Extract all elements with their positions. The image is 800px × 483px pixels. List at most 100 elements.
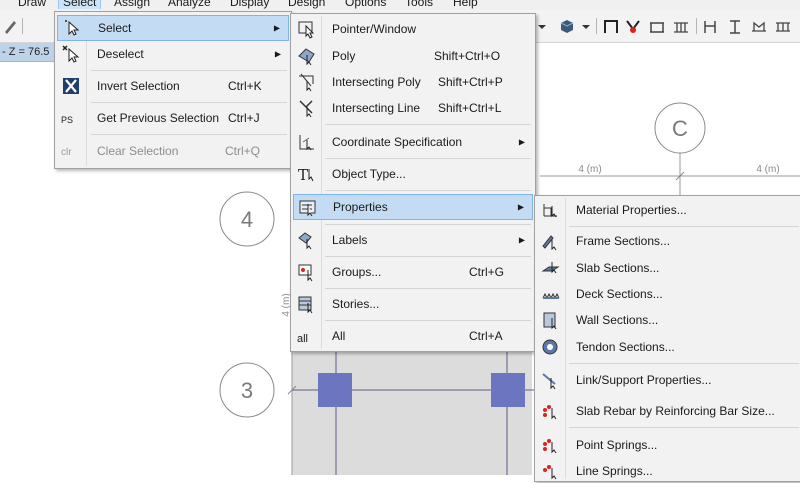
wall-sections-icon — [543, 312, 557, 330]
menu-item-coordinate-specification[interactable]: Coordinate Specification ▶ — [293, 130, 533, 154]
menu-item-label: All — [332, 329, 346, 343]
material-properties-icon — [543, 204, 557, 218]
menu-separator — [91, 70, 287, 71]
menu-item-stories[interactable]: Stories... — [293, 292, 533, 316]
menu-display[interactable]: Display — [230, 0, 269, 9]
column[interactable] — [491, 373, 525, 407]
menu-analyze[interactable]: Analyze — [168, 0, 211, 9]
menu-item-label: Get Previous Selection — [97, 111, 220, 125]
menu-item-label: Properties — [333, 200, 388, 214]
menu-item-label: Groups... — [332, 265, 382, 279]
menu-item-deck-sections[interactable]: Deck Sections... — [537, 282, 800, 306]
properties-submenu: Material Properties... Frame Sections...… — [534, 195, 800, 482]
menu-item-slab-rebar[interactable]: Slab Rebar by Reinforcing Bar Size... — [537, 399, 800, 423]
menu-item-slab-sections[interactable]: Slab Sections... — [537, 256, 800, 280]
menu-item-intersecting-poly[interactable]: Intersecting Poly Shift+Ctrl+P — [293, 70, 533, 94]
menu-separator — [325, 190, 531, 191]
coordinate-specification-icon — [299, 135, 314, 151]
previous-selection-icon: PS — [61, 115, 74, 126]
menu-item-get-previous-selection[interactable]: PS Get Previous Selection Ctrl+J — [57, 106, 289, 130]
pencil-icon[interactable] — [2, 17, 20, 35]
menu-item-properties[interactable]: Properties ▶ — [293, 194, 533, 220]
submenu-arrow-icon: ▶ — [274, 49, 281, 59]
chevron-down-icon[interactable] — [536, 17, 548, 35]
chevron-down-icon[interactable] — [580, 17, 592, 35]
menu-item-label: Line Springs... — [576, 464, 653, 478]
menu-item-clear-selection[interactable]: clr Clear Selection Ctrl+Q — [57, 139, 289, 163]
menu-item-label: Intersecting Line — [332, 101, 421, 115]
menu-separator — [325, 124, 531, 125]
pointer-window-icon — [298, 21, 315, 39]
menu-item-shortcut: Ctrl+A — [469, 329, 503, 343]
slab-rebar-icon — [543, 405, 557, 420]
menu-item-label: Poly — [332, 49, 356, 63]
menu-options[interactable]: Options — [345, 0, 386, 9]
menu-item-label: Link/Support Properties... — [576, 373, 712, 387]
submenu-arrow-icon: ▶ — [518, 235, 525, 245]
menu-item-object-type[interactable]: T Object Type... — [293, 162, 533, 186]
deselect-cursor-icon — [62, 45, 80, 63]
dimension-label: 4 (m) — [756, 164, 779, 175]
menu-item-label: Slab Sections... — [576, 261, 660, 275]
menu-separator — [325, 320, 531, 321]
menu-separator — [325, 288, 531, 289]
frame-sections-icon — [542, 235, 557, 251]
frame-draw-icon[interactable] — [602, 17, 620, 35]
grid-bubble-c-label: C — [672, 116, 688, 141]
menu-item-label: Intersecting Poly — [332, 75, 421, 89]
slab-draw-icon[interactable] — [750, 17, 768, 35]
intersecting-line-icon — [299, 100, 313, 118]
submenu-arrow-icon: ▶ — [273, 23, 280, 33]
menu-item-groups[interactable]: Groups... Ctrl+G — [293, 260, 533, 284]
menu-separator — [569, 427, 799, 428]
select-all-icon: all — [297, 332, 309, 345]
menu-item-line-springs[interactable]: Line Springs... — [537, 459, 800, 483]
column-draw-icon[interactable] — [726, 17, 744, 35]
menu-select[interactable]: Select — [58, 0, 102, 9]
menu-item-point-springs[interactable]: Point Springs... — [537, 433, 800, 457]
menu-item-shortcut: Ctrl+J — [228, 111, 260, 125]
menu-item-label: Object Type... — [332, 167, 406, 181]
menu-item-shortcut: Ctrl+Q — [225, 144, 261, 158]
menu-item-material-properties[interactable]: Material Properties... — [537, 198, 800, 222]
menu-draw[interactable]: Draw — [18, 0, 46, 9]
menu-separator — [569, 363, 799, 364]
menu-item-poly[interactable]: Poly Shift+Ctrl+O — [293, 44, 533, 68]
beam-draw-icon[interactable] — [648, 17, 666, 35]
menu-item-select[interactable]: Select ▶ — [57, 15, 289, 41]
menu-tools[interactable]: Tools — [405, 0, 433, 9]
grid-bubble-4-label: 4 — [241, 207, 253, 232]
coordinate-readout: - Z = 76.5 — [0, 43, 60, 62]
menu-item-link-support-properties[interactable]: Link/Support Properties... — [537, 368, 800, 392]
menu-item-invert-selection[interactable]: Invert Selection Ctrl+K — [57, 74, 289, 98]
menu-item-labels[interactable]: Labels ▶ — [293, 228, 533, 252]
menu-item-all[interactable]: all All Ctrl+A — [293, 324, 533, 348]
menu-item-shortcut: Ctrl+G — [469, 265, 505, 279]
menu-item-frame-sections[interactable]: Frame Sections... — [537, 229, 800, 253]
cube-view-icon[interactable] — [558, 17, 576, 35]
toolbar-separator — [596, 18, 597, 34]
menu-assign[interactable]: Assign — [114, 0, 150, 9]
wall-draw-icon[interactable] — [702, 17, 720, 35]
menu-item-deselect[interactable]: Deselect ▶ — [57, 42, 289, 66]
dimension-label: 4 (m) — [578, 164, 601, 175]
brace-draw-icon[interactable] — [624, 17, 642, 35]
properties-icon — [299, 200, 316, 217]
menu-item-pointer-window[interactable]: Pointer/Window — [293, 17, 533, 41]
column[interactable] — [318, 373, 352, 407]
menu-item-label: Point Springs... — [576, 438, 658, 452]
menu-design[interactable]: Design — [288, 0, 325, 9]
menu-item-label: Clear Selection — [97, 144, 179, 158]
menu-item-intersecting-line[interactable]: Intersecting Line Shift+Ctrl+L — [293, 96, 533, 120]
menu-item-wall-sections[interactable]: Wall Sections... — [537, 308, 800, 332]
secondary-beam-icon[interactable] — [672, 17, 690, 35]
menu-item-label: Deselect — [97, 47, 144, 61]
point-springs-icon — [543, 439, 557, 454]
menu-item-label: Invert Selection — [97, 79, 180, 93]
select-submenu: Pointer/Window Poly Shift+Ctrl+O Interse… — [290, 13, 536, 352]
menu-help[interactable]: Help — [453, 0, 478, 9]
slab-area — [292, 340, 532, 475]
menu-item-tendon-sections[interactable]: Tendon Sections... — [537, 335, 800, 359]
menu-item-label: Material Properties... — [576, 203, 687, 217]
deck-draw-icon[interactable] — [774, 17, 792, 35]
